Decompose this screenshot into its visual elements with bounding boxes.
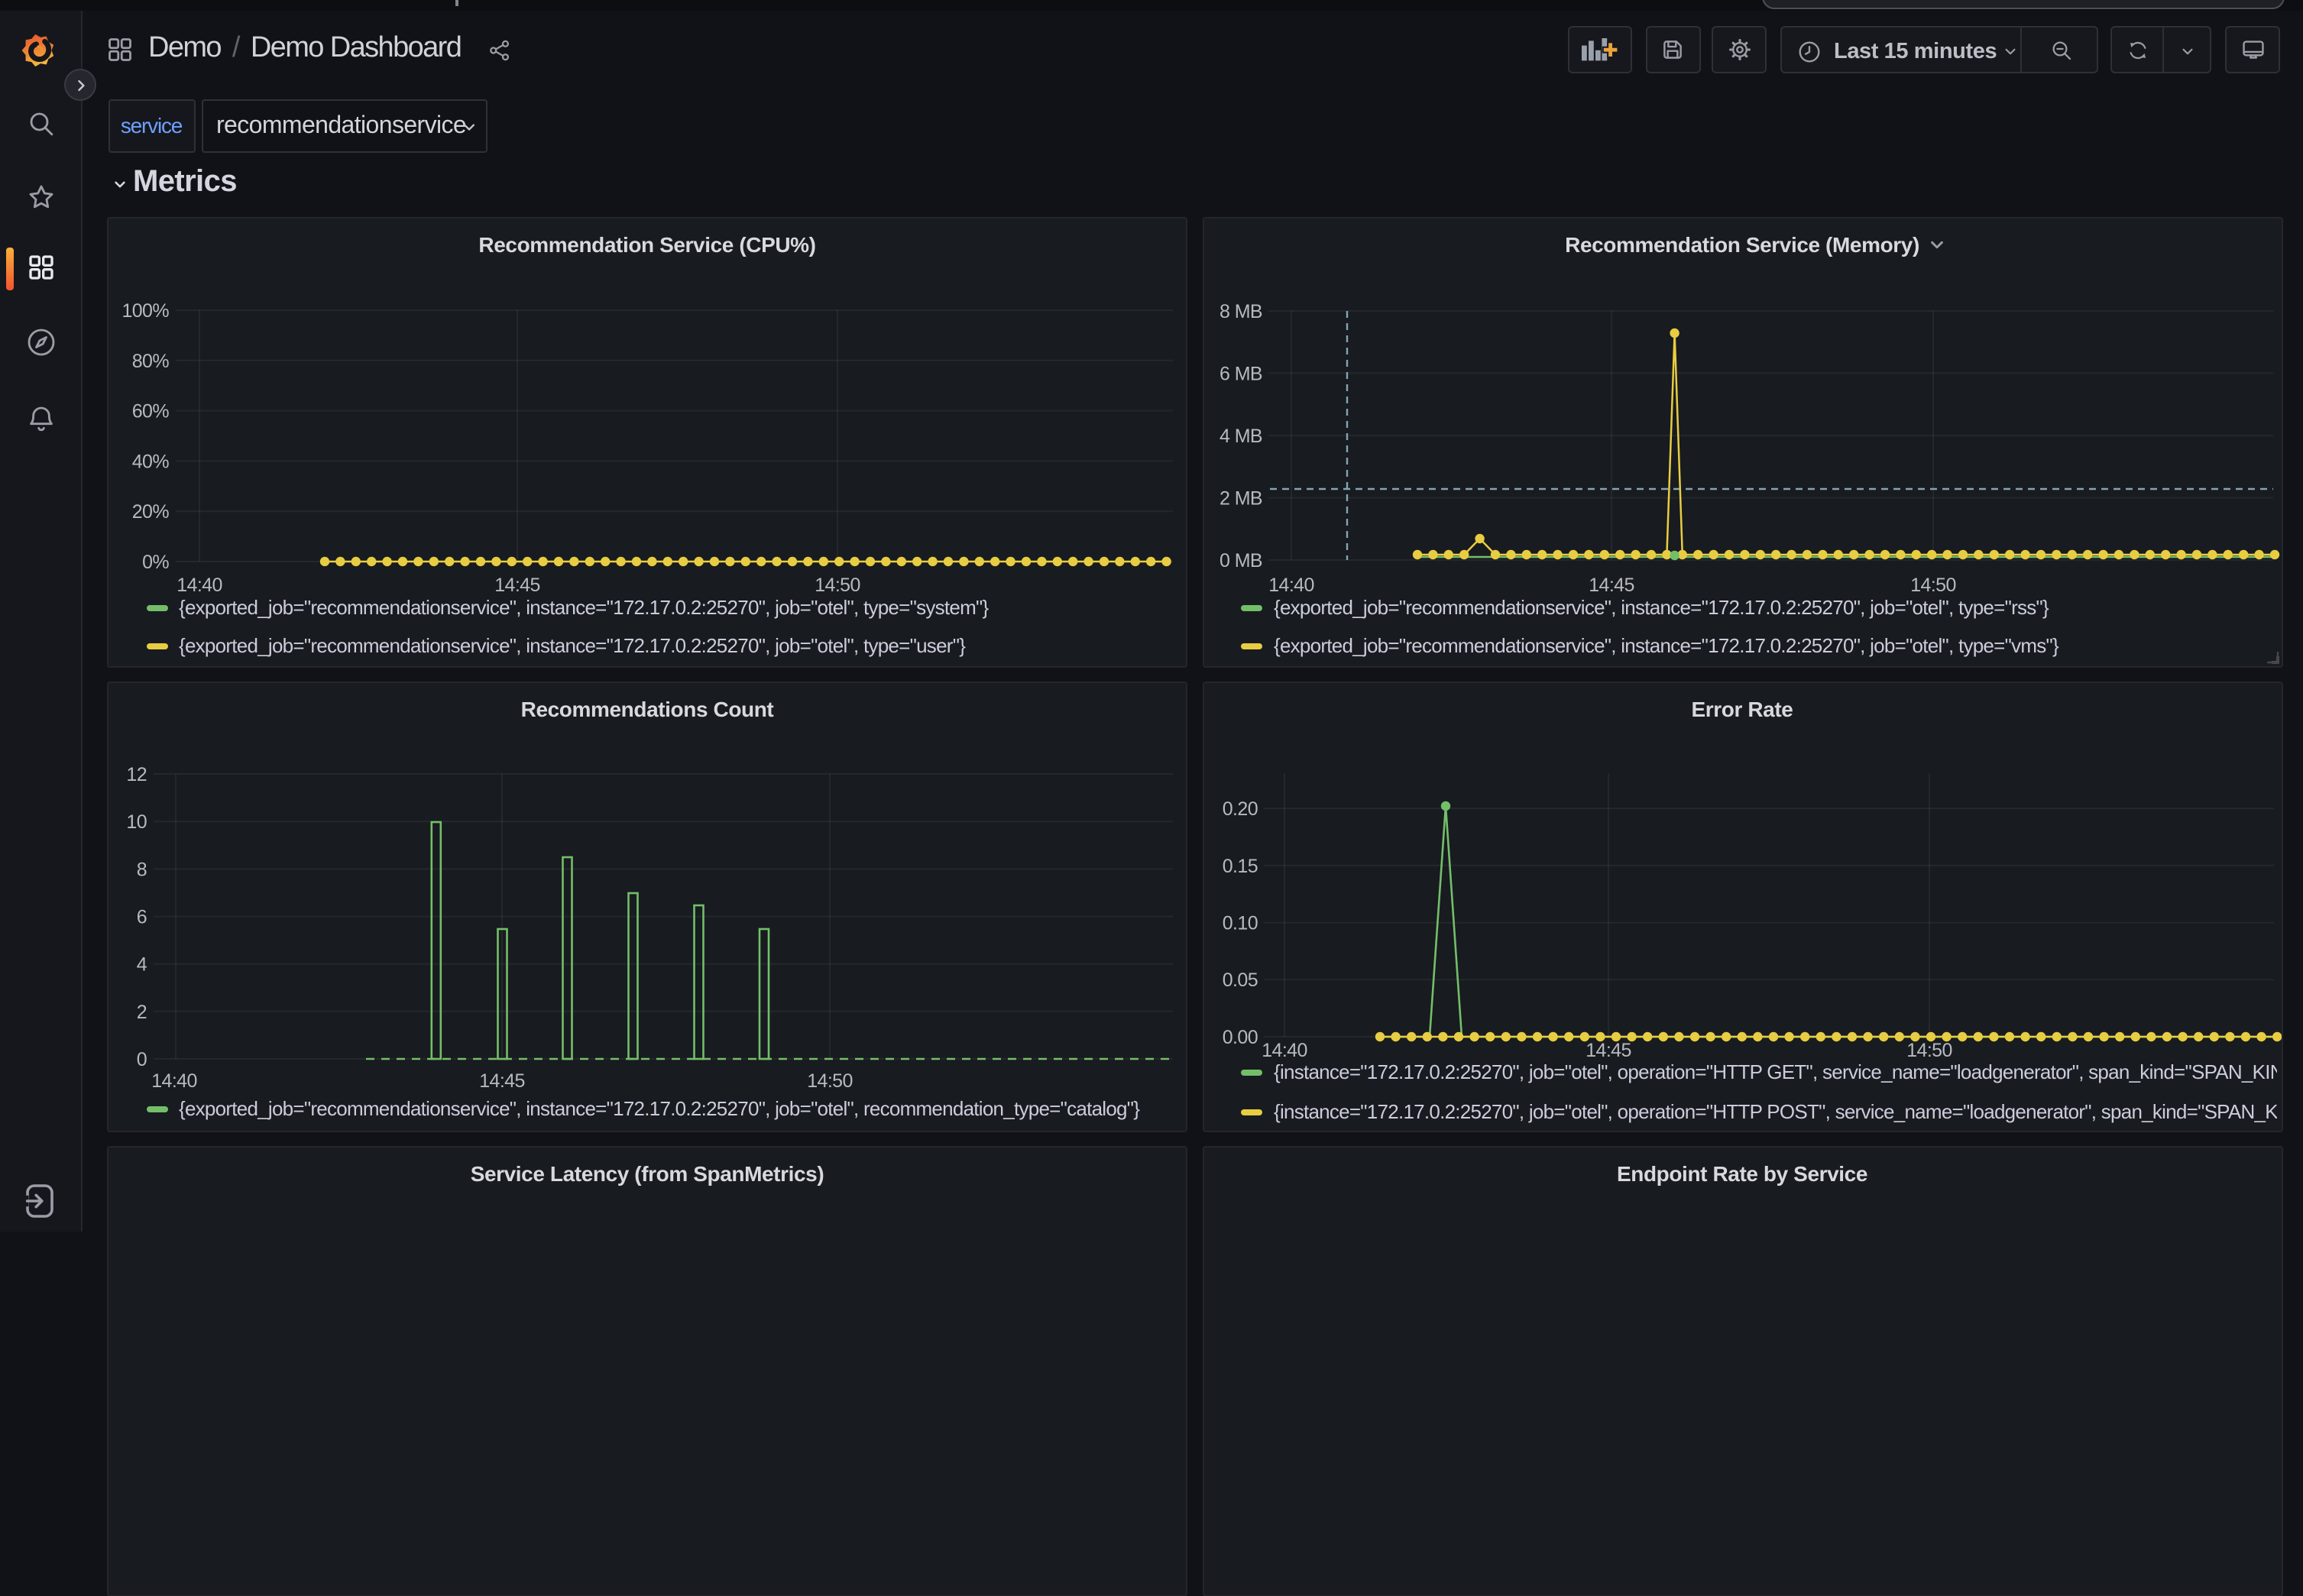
svg-text:14:50: 14:50 (807, 1070, 853, 1091)
svg-text:60%: 60% (132, 400, 170, 422)
svg-text:80%: 80% (132, 350, 170, 371)
svg-text:6 MB: 6 MB (1219, 363, 1262, 384)
svg-text:0 MB: 0 MB (1219, 549, 1262, 571)
svg-text:0.10: 0.10 (1222, 911, 1257, 933)
svg-text:14:40: 14:40 (177, 574, 222, 595)
svg-text:6: 6 (137, 905, 147, 927)
svg-text:0.15: 0.15 (1222, 855, 1257, 876)
svg-text:8: 8 (137, 858, 147, 879)
svg-text:0: 0 (137, 1048, 147, 1070)
svg-text:8 MB: 8 MB (1219, 300, 1262, 322)
svg-text:14:40: 14:40 (1268, 574, 1313, 595)
svg-text:0%: 0% (142, 551, 169, 572)
svg-text:14:45: 14:45 (479, 1070, 525, 1091)
svg-text:2: 2 (137, 1001, 147, 1022)
svg-text:2 MB: 2 MB (1219, 487, 1262, 508)
svg-text:14:45: 14:45 (1588, 574, 1634, 595)
svg-text:0.20: 0.20 (1222, 798, 1257, 819)
svg-text:4 MB: 4 MB (1219, 425, 1262, 446)
svg-text:0.05: 0.05 (1222, 969, 1257, 990)
svg-text:0.00: 0.00 (1222, 1026, 1257, 1047)
svg-text:10: 10 (126, 811, 147, 832)
svg-text:100%: 100% (121, 299, 169, 321)
svg-text:14:50: 14:50 (815, 574, 860, 595)
svg-text:20%: 20% (132, 500, 170, 522)
svg-text:12: 12 (126, 763, 147, 785)
svg-text:14:50: 14:50 (1909, 574, 1955, 595)
svg-text:14:45: 14:45 (494, 574, 540, 595)
svg-text:4: 4 (137, 953, 147, 975)
svg-text:40%: 40% (132, 450, 170, 471)
svg-text:14:40: 14:40 (151, 1070, 197, 1091)
